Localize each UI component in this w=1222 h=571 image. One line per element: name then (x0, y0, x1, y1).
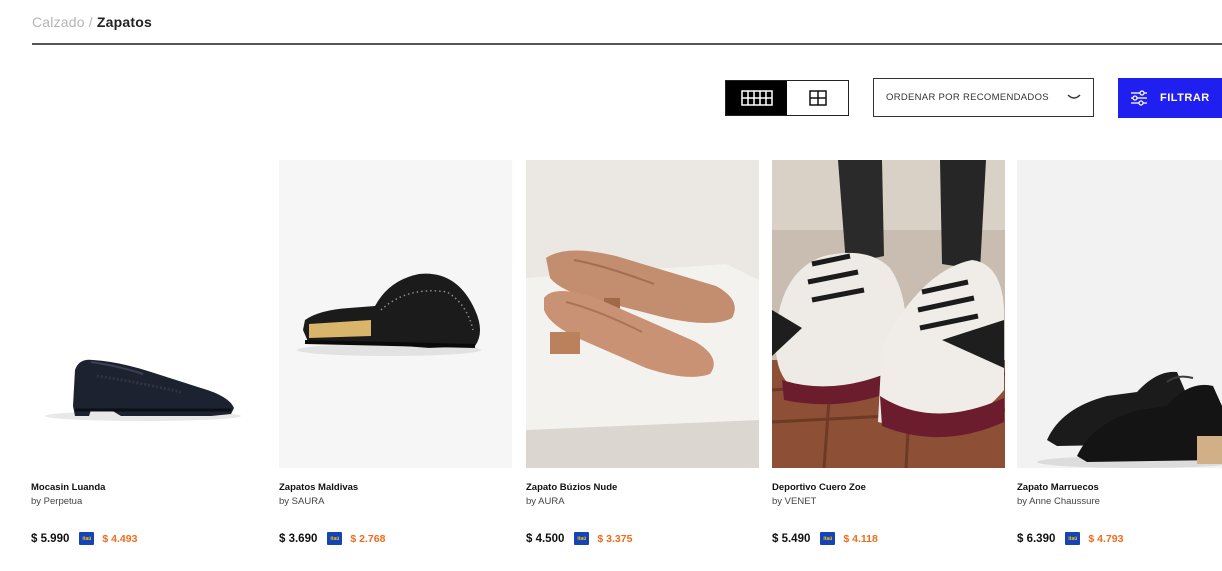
grid-4-squares-icon (808, 90, 827, 106)
product-name[interactable]: Zapatos Maldivas (279, 482, 358, 493)
product-promo-price: $ 2.768 (350, 532, 386, 545)
bank-logo-icon: itaú (1065, 532, 1081, 545)
product-brand: by VENET (772, 496, 817, 507)
product-image[interactable] (31, 160, 264, 468)
product-promo-price: $ 4.793 (1088, 532, 1124, 545)
product-prices: $ 5.990 itaú $ 4.493 (31, 532, 137, 545)
product-name[interactable]: Mocasin Luanda (31, 482, 105, 493)
product-card[interactable]: Mocasin Luanda by Perpetua $ 5.990 itaú … (31, 160, 264, 545)
filter-button[interactable]: FILTRAR (1118, 78, 1222, 118)
view-grid-4-button[interactable] (787, 81, 848, 115)
header-divider (32, 43, 1222, 45)
product-name[interactable]: Zapato Marruecos (1017, 482, 1099, 493)
breadcrumb-current: Zapatos (96, 14, 152, 30)
product-brand: by Anne Chaussure (1017, 496, 1100, 507)
product-prices: $ 4.500 itaú $ 3.375 (526, 532, 632, 545)
breadcrumb-link-calzado[interactable]: Calzado (32, 14, 85, 30)
product-card[interactable]: Deportivo Cuero Zoe by VENET $ 5.490 ita… (772, 160, 1005, 545)
product-prices: $ 6.390 itaú $ 4.793 (1017, 532, 1123, 545)
product-price: $ 5.490 (772, 532, 811, 545)
product-brand: by AURA (526, 496, 565, 507)
breadcrumb: Calzado / Zapatos (32, 14, 152, 30)
sliders-icon (1131, 90, 1147, 106)
bank-logo-icon: itaú (327, 532, 343, 545)
product-price: $ 4.500 (526, 532, 565, 545)
bank-logo-icon: itaú (574, 532, 590, 545)
product-brand: by Perpetua (31, 496, 83, 507)
breadcrumb-separator: / (88, 14, 93, 30)
product-card[interactable]: Zapatos Maldivas by SAURA $ 3.690 itaú $… (279, 160, 512, 545)
chevron-down-icon (1067, 94, 1081, 99)
bank-logo-icon: itaú (820, 532, 836, 545)
grid-5-columns-icon (740, 90, 773, 106)
product-card[interactable]: Zapato Búzios Nude by AURA $ 4.500 itaú … (526, 160, 759, 545)
sort-dropdown[interactable]: ORDENAR POR RECOMENDADOS (873, 78, 1094, 117)
product-promo-price: $ 4.118 (843, 532, 878, 545)
product-price: $ 3.690 (279, 532, 318, 545)
product-name[interactable]: Zapato Búzios Nude (526, 482, 617, 493)
product-card[interactable]: Zapato Marruecos by Anne Chaussure $ 6.3… (1017, 160, 1222, 545)
product-promo-price: $ 3.375 (597, 532, 633, 545)
view-toggle (725, 80, 849, 116)
product-prices: $ 5.490 itaú $ 4.118 (772, 532, 878, 545)
bank-logo-icon: itaú (79, 532, 95, 545)
product-name[interactable]: Deportivo Cuero Zoe (772, 482, 866, 493)
product-image[interactable] (772, 160, 1005, 468)
view-grid-5-button[interactable] (726, 81, 787, 115)
sort-dropdown-label: ORDENAR POR RECOMENDADOS (886, 92, 1049, 103)
product-brand: by SAURA (279, 496, 325, 507)
product-price: $ 6.390 (1017, 532, 1056, 545)
product-image[interactable] (279, 160, 512, 468)
product-prices: $ 3.690 itaú $ 2.768 (279, 532, 385, 545)
filter-button-label: FILTRAR (1160, 92, 1210, 104)
product-image[interactable] (526, 160, 759, 468)
product-price: $ 5.990 (31, 532, 70, 545)
product-image[interactable] (1017, 160, 1222, 468)
product-promo-price: $ 4.493 (102, 532, 138, 545)
